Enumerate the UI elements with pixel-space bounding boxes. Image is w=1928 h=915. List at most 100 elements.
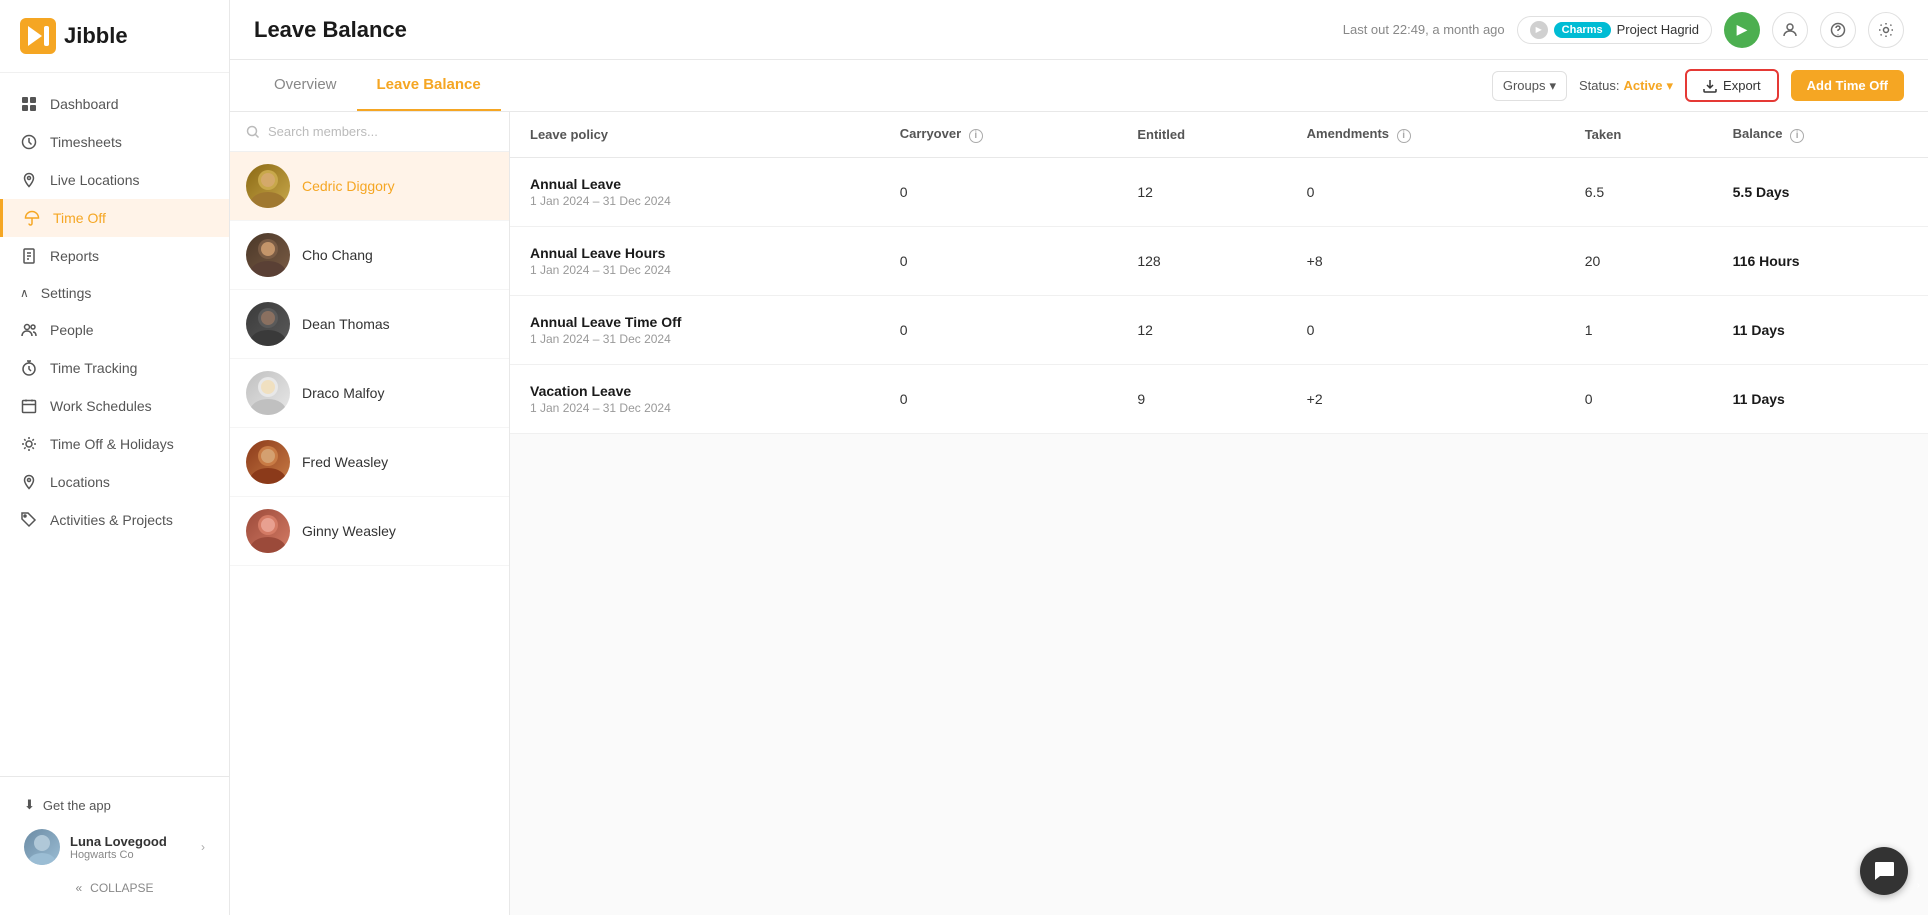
timer-icon xyxy=(20,359,38,377)
avatar xyxy=(246,509,290,553)
sidebar-item-work-schedules[interactable]: Work Schedules xyxy=(0,387,229,425)
list-item[interactable]: Cedric Diggory xyxy=(230,152,509,221)
header-right: Last out 22:49, a month ago ▶ Charms Pro… xyxy=(1343,12,1904,48)
member-name: Cedric Diggory xyxy=(302,178,395,194)
project-badge[interactable]: ▶ Charms Project Hagrid xyxy=(1517,16,1712,44)
sidebar-item-dashboard[interactable]: Dashboard xyxy=(0,85,229,123)
carryover-info-icon[interactable]: i xyxy=(969,129,983,143)
leave-table-panel: Leave policy Carryover i Entitled Amendm… xyxy=(510,112,1928,915)
tab-leave-balance[interactable]: Leave Balance xyxy=(357,60,501,111)
list-item[interactable]: Dean Thomas xyxy=(230,290,509,359)
taken-cell: 6.5 xyxy=(1565,157,1713,226)
sun-icon xyxy=(20,435,38,453)
amendments-cell: 0 xyxy=(1287,157,1565,226)
carryover-cell: 0 xyxy=(880,295,1118,364)
tabs-bar: Overview Leave Balance Groups ▾ Status: … xyxy=(230,60,1928,112)
leave-policy-cell: Vacation Leave 1 Jan 2024 – 31 Dec 2024 xyxy=(510,364,880,433)
list-item[interactable]: Draco Malfoy xyxy=(230,359,509,428)
balance-value: 116 Hours xyxy=(1733,253,1800,269)
carryover-cell: 0 xyxy=(880,226,1118,295)
add-time-off-button[interactable]: Add Time Off xyxy=(1791,70,1904,101)
member-name: Draco Malfoy xyxy=(302,385,384,401)
sidebar-item-timesheets[interactable]: Timesheets xyxy=(0,123,229,161)
status-filter[interactable]: Status: Active ▾ xyxy=(1579,78,1673,94)
help-icon-button[interactable] xyxy=(1820,12,1856,48)
calendar-icon xyxy=(20,397,38,415)
list-item[interactable]: Fred Weasley xyxy=(230,428,509,497)
col-header-entitled: Entitled xyxy=(1117,112,1286,157)
leave-policy-name: Annual Leave Time Off xyxy=(530,314,860,330)
taken-cell: 20 xyxy=(1565,226,1713,295)
amendments-info-icon[interactable]: i xyxy=(1397,129,1411,143)
user-company: Hogwarts Co xyxy=(70,849,191,861)
avatar xyxy=(246,440,290,484)
amendments-cell: 0 xyxy=(1287,295,1565,364)
expand-chat-arrow[interactable]: › xyxy=(1917,880,1920,891)
sidebar-item-reports[interactable]: Reports xyxy=(0,237,229,275)
split-view: Cedric Diggory Cho Chang xyxy=(230,112,1928,915)
list-item[interactable]: Cho Chang xyxy=(230,221,509,290)
chat-widget[interactable] xyxy=(1860,847,1908,895)
avatar xyxy=(246,233,290,277)
balance-value: 11 Days xyxy=(1733,322,1785,338)
collapse-button[interactable]: « COLLAPSE xyxy=(16,873,213,903)
balance-info-icon[interactable]: i xyxy=(1790,129,1804,143)
users-icon xyxy=(20,321,38,339)
double-chevron-icon: « xyxy=(75,881,82,895)
settings-icon-button[interactable] xyxy=(1868,12,1904,48)
export-button[interactable]: Export xyxy=(1685,69,1779,102)
taken-cell: 1 xyxy=(1565,295,1713,364)
settings-section-header[interactable]: ∧ Settings xyxy=(0,275,229,311)
chat-icon xyxy=(1873,860,1895,882)
sidebar-item-people[interactable]: People xyxy=(0,311,229,349)
leave-policy-name: Annual Leave Hours xyxy=(530,245,860,261)
avatar xyxy=(24,829,60,865)
tab-overview-label: Overview xyxy=(274,76,337,93)
search-input[interactable] xyxy=(268,124,493,139)
leave-policy-date: 1 Jan 2024 – 31 Dec 2024 xyxy=(530,263,860,277)
entitled-cell: 12 xyxy=(1117,295,1286,364)
balance-cell: 116 Hours xyxy=(1713,226,1928,295)
top-header: Leave Balance Last out 22:49, a month ag… xyxy=(230,0,1928,60)
sidebar-item-label: Time Off xyxy=(53,210,106,226)
sidebar-item-activities-projects[interactable]: Activities & Projects xyxy=(0,501,229,539)
file-icon xyxy=(20,247,38,265)
avatar xyxy=(246,371,290,415)
sidebar-item-label: Timesheets xyxy=(50,134,122,150)
user-info: Luna Lovegood Hogwarts Co xyxy=(70,834,191,861)
sidebar-item-live-locations[interactable]: Live Locations xyxy=(0,161,229,199)
sidebar-item-time-off-holidays[interactable]: Time Off & Holidays xyxy=(0,425,229,463)
get-app-link[interactable]: ⬇ Get the app xyxy=(16,789,213,821)
table-row: Vacation Leave 1 Jan 2024 – 31 Dec 2024 … xyxy=(510,364,1928,433)
project-name: Project Hagrid xyxy=(1617,22,1699,37)
sidebar-item-label: Reports xyxy=(50,248,99,264)
sidebar-item-time-off[interactable]: Time Off xyxy=(0,199,229,237)
entitled-cell: 9 xyxy=(1117,364,1286,433)
play-button[interactable]: ▶ xyxy=(1724,12,1760,48)
sidebar-item-locations[interactable]: Locations xyxy=(0,463,229,501)
sidebar: Jibble Dashboard Timesheets xyxy=(0,0,230,915)
list-item[interactable]: Ginny Weasley xyxy=(230,497,509,566)
avatar xyxy=(246,164,290,208)
user-name: Luna Lovegood xyxy=(70,834,191,849)
chevron-down-icon-status: ▾ xyxy=(1667,78,1674,94)
sidebar-footer: ⬇ Get the app Luna Lovegood Hogwarts Co … xyxy=(0,776,229,915)
tab-overview[interactable]: Overview xyxy=(254,60,357,111)
charms-tag: Charms xyxy=(1554,22,1611,38)
jibble-logo-icon xyxy=(20,18,56,54)
leave-policy-date: 1 Jan 2024 – 31 Dec 2024 xyxy=(530,332,860,346)
sidebar-nav: Dashboard Timesheets Live Locations xyxy=(0,73,229,776)
page-title: Leave Balance xyxy=(254,17,407,43)
user-profile[interactable]: Luna Lovegood Hogwarts Co › xyxy=(16,821,213,873)
table-row: Annual Leave Time Off 1 Jan 2024 – 31 De… xyxy=(510,295,1928,364)
clock-icon xyxy=(20,133,38,151)
balance-cell: 11 Days xyxy=(1713,364,1928,433)
entitled-cell: 12 xyxy=(1117,157,1286,226)
col-header-leave-policy: Leave policy xyxy=(510,112,880,157)
profile-icon-button[interactable] xyxy=(1772,12,1808,48)
groups-filter[interactable]: Groups ▾ xyxy=(1492,71,1567,101)
tabs-left: Overview Leave Balance xyxy=(254,60,501,111)
sidebar-item-time-tracking[interactable]: Time Tracking xyxy=(0,349,229,387)
map-pin-icon xyxy=(20,171,38,189)
content-area: Overview Leave Balance Groups ▾ Status: … xyxy=(230,60,1928,915)
